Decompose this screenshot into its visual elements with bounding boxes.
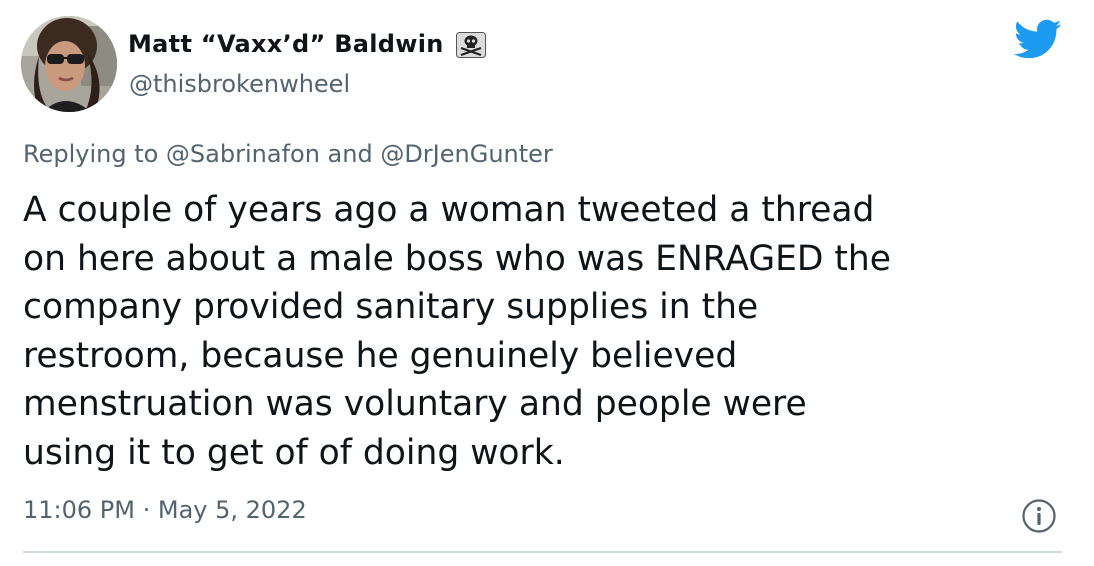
display-name[interactable]: Matt “Vaxx’d” Baldwin <box>128 30 444 58</box>
tweet-text-line: menstruation was voluntary and people we… <box>23 384 807 425</box>
skull-and-crossbones-icon <box>455 32 486 58</box>
tweet-text: A couple of years ago a woman tweeted a … <box>23 186 1078 478</box>
tweet-text-line: using it to get of of doing work. <box>23 432 565 473</box>
user-handle[interactable]: @thisbrokenwheel <box>129 70 350 98</box>
divider <box>23 551 1062 553</box>
tweet-card: Matt “Vaxx’d” Baldwin @thisbrokenwheel R… <box>0 0 1094 566</box>
avatar[interactable] <box>21 16 117 112</box>
reply-context[interactable]: Replying to @Sabrinafon and @DrJenGunter <box>23 140 553 168</box>
display-name-row: Matt “Vaxx’d” Baldwin <box>128 26 486 62</box>
tweet-text-line: restroom, because he genuinely believed <box>23 335 738 376</box>
twitter-bird-icon[interactable] <box>1012 18 1062 60</box>
info-icon[interactable] <box>1021 498 1057 534</box>
tweet-text-line: A couple of years ago a woman tweeted a … <box>23 190 875 230</box>
user-photo-avatar-icon <box>21 16 117 112</box>
tweet-text-line: company provided sanitary supplies in th… <box>23 287 759 328</box>
tweet-timestamp[interactable]: 11:06 PM · May 5, 2022 <box>23 496 307 524</box>
tweet-text-line: on here about a male boss who was ENRAGE… <box>23 238 892 279</box>
